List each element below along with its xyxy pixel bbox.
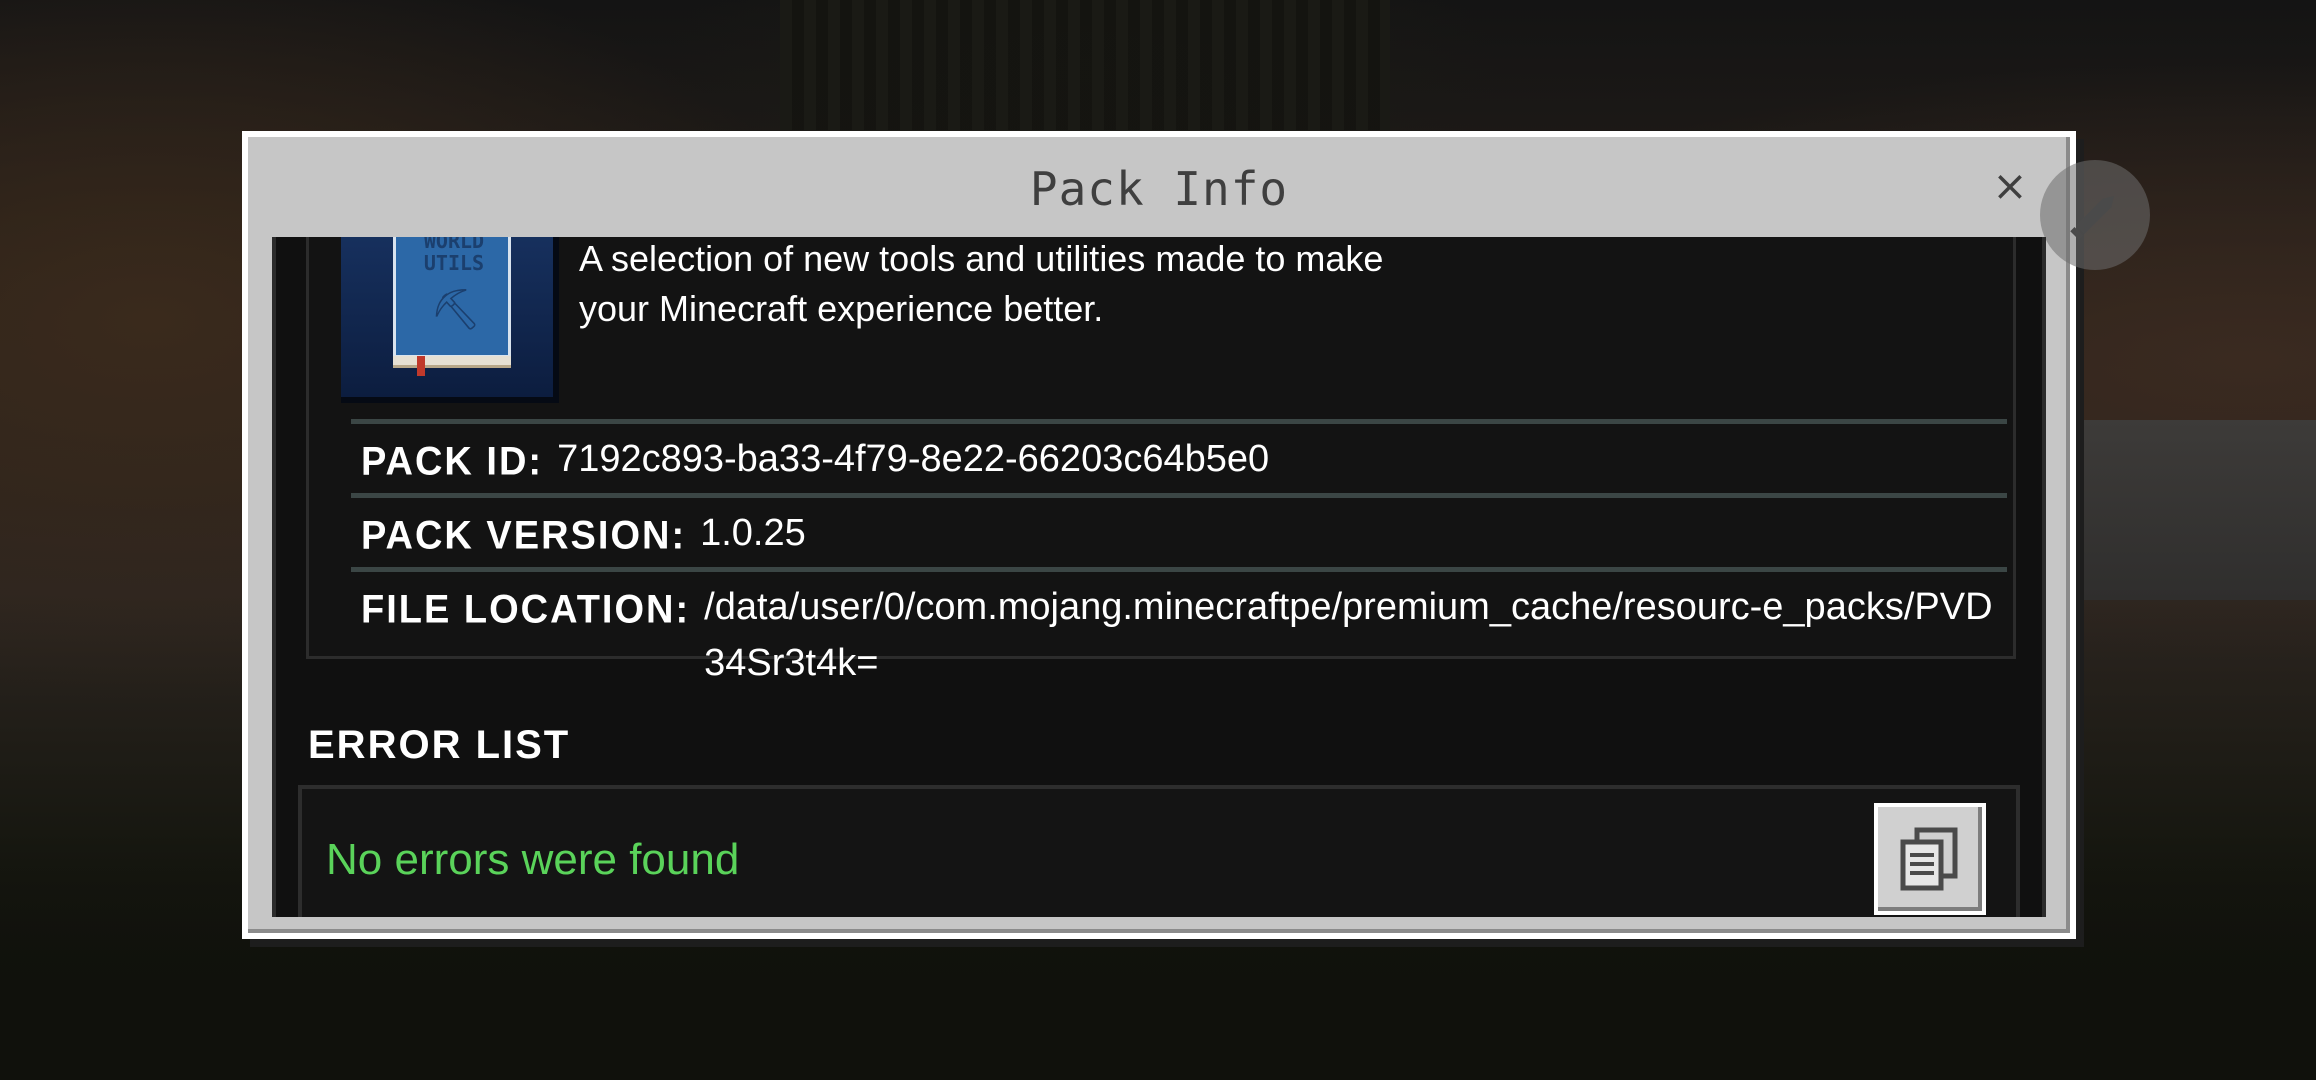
pack-id-row: PACK ID: 7192c893-ba33-4f79-8e22-66203c6…: [361, 438, 1993, 487]
close-icon: ×: [1992, 160, 2028, 210]
divider: [351, 419, 2007, 424]
pack-thumbnail: WORLD UTILS ⛏: [341, 237, 559, 403]
pack-id-label: PACK ID:: [361, 439, 544, 485]
error-list-box: No errors were found: [298, 785, 2020, 917]
background-stone-ledge: [2056, 420, 2316, 600]
clipboard-copy-icon: [1900, 827, 1958, 891]
book-spine: [393, 356, 511, 368]
background-tree: [780, 0, 1390, 130]
no-errors-message: No errors were found: [326, 835, 740, 884]
file-location-label: FILE LOCATION:: [361, 587, 691, 633]
edit-button[interactable]: [2040, 160, 2150, 270]
book-ribbon: [417, 356, 425, 376]
pickaxe-icon: ⛏: [430, 287, 481, 333]
pack-description-line-2: your Minecraft experience better.: [579, 288, 1104, 329]
file-location-value: /data/user/0/com.mojang.minecraftpe/prem…: [704, 586, 1993, 684]
pack-version-row: PACK VERSION: 1.0.25: [361, 512, 1993, 561]
pencil-icon: [2070, 195, 2115, 240]
divider: [351, 493, 2007, 498]
pack-details-card: WORLD UTILS ⛏ A selection of new tools a…: [306, 237, 2016, 684]
pack-description: A selection of new tools and utilities m…: [579, 237, 1559, 334]
file-location-row: FILE LOCATION: /data/user/0/com.mojang.m…: [361, 586, 1993, 691]
pack-id-value: 7192c893-ba33-4f79-8e22-66203c64b5e0: [557, 438, 1270, 480]
pack-description-line-1: A selection of new tools and utilities m…: [579, 238, 1384, 279]
close-button[interactable]: ×: [1990, 161, 2030, 210]
error-list-title: ERROR LIST: [308, 723, 571, 767]
dialog-titlebar: Pack Info: [248, 137, 2070, 241]
divider: [351, 567, 2007, 572]
pack-version-label: PACK VERSION:: [361, 513, 687, 559]
dialog-title: Pack Info: [1029, 162, 1289, 216]
copy-button[interactable]: [1874, 803, 1986, 915]
pack-version-value: 1.0.25: [700, 512, 806, 554]
book-icon: WORLD UTILS ⛏: [393, 237, 511, 358]
pack-icon-text: WORLD UTILS: [423, 237, 485, 275]
dialog-content-scroll[interactable]: WORLD UTILS ⛏ A selection of new tools a…: [272, 237, 2046, 917]
